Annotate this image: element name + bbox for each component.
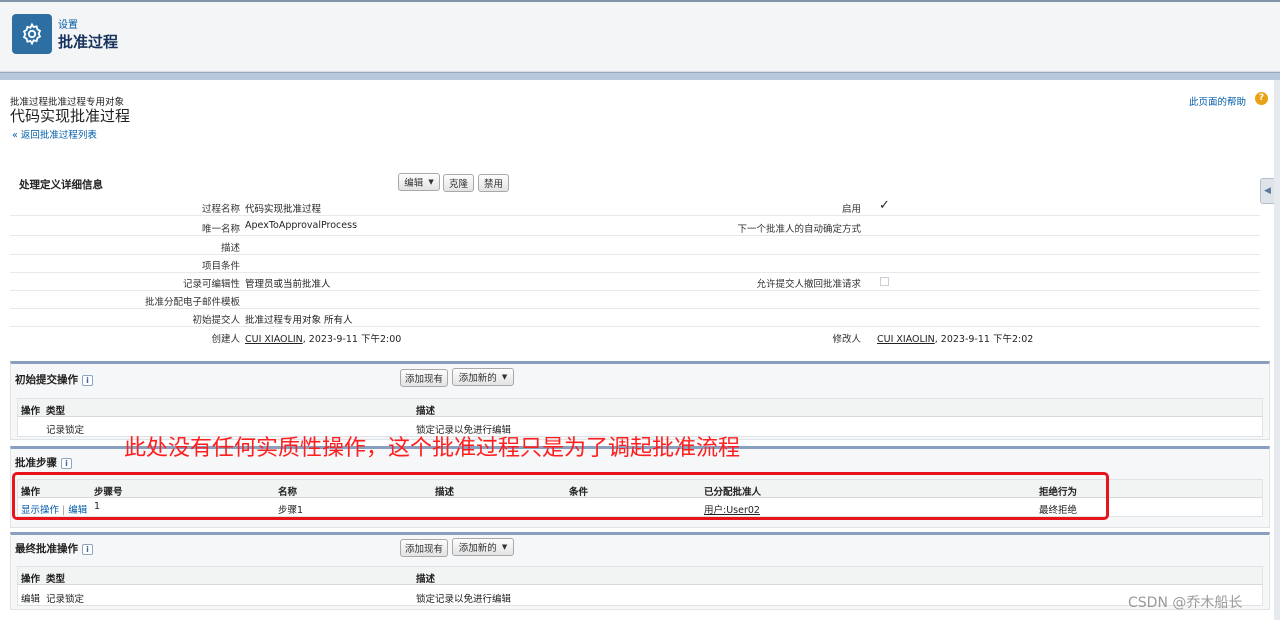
edit-dropdown-button[interactable]: 编辑 ▼ <box>398 173 440 191</box>
watermark: CSDN @乔木船长 <box>1128 595 1243 611</box>
col-description: 描述 <box>416 406 436 417</box>
record-editability-value: 管理员或当前批准人 <box>245 279 331 290</box>
final-approval-title: 最终批准操作 i <box>15 541 93 556</box>
detail-row-initial-submitter: 初始提交人 批准过程专用对象 所有人 <box>10 309 1260 327</box>
initial-submission-title: 初始提交操作 i <box>15 372 93 387</box>
info-icon[interactable]: i <box>61 457 72 469</box>
row-type: 记录锁定 <box>46 425 85 436</box>
modified-by-date: , 2023-9-11 下午2:02 <box>934 334 1034 345</box>
detail-row-record-editability: 记录可编辑性 管理员或当前批准人 允许提交人撤回批准请求 <box>10 273 1260 291</box>
add-new-dropdown-button[interactable]: 添加新的 ▼ <box>452 538 514 556</box>
table-header: 操作 类型 描述 <box>18 399 1262 417</box>
add-existing-button[interactable]: 添加现有 <box>400 539 448 557</box>
add-new-label: 添加新的 <box>458 543 497 554</box>
active-checkmark-icon: ✓ <box>879 198 890 213</box>
record-editability-label: 记录可编辑性 <box>182 279 240 290</box>
col-description: 描述 <box>416 574 436 585</box>
detail-row-description: 描述 <box>10 237 1260 255</box>
modified-by-user-link[interactable]: CUI XIAOLIN <box>877 334 935 345</box>
detail-row-entry-criteria: 项目条件 <box>10 255 1260 273</box>
allow-recall-checkbox <box>880 277 889 286</box>
detail-row-unique-name: 唯一名称 ApexToApprovalProcess 下一个批准人的自动确定方式 <box>10 218 1260 236</box>
detail-section-title: 处理定义详细信息 <box>19 179 103 191</box>
add-existing-button[interactable]: 添加现有 <box>400 369 448 387</box>
approval-steps-title-text: 批准步骤 <box>15 457 57 469</box>
header-divider <box>0 72 1280 80</box>
row-type: 记录锁定 <box>46 594 85 605</box>
annotation-text: 此处没有任何实质性操作，这个批准过程只是为了调起批准流程 <box>124 436 741 461</box>
header-title: 批准过程 <box>58 33 119 51</box>
entry-criteria-label: 项目条件 <box>201 261 240 272</box>
initial-submission-title-text: 初始提交操作 <box>15 374 78 386</box>
process-name-label: 过程名称 <box>201 204 240 215</box>
add-new-dropdown-button[interactable]: 添加新的 ▼ <box>452 368 514 386</box>
chevron-down-icon: ▼ <box>501 373 508 381</box>
detail-row-process-name: 过程名称 代码实现批准过程 启用 ✓ <box>10 198 1260 216</box>
info-icon[interactable]: i <box>82 374 93 386</box>
final-approval-actions-section: 最终批准操作 i 添加现有 添加新的 ▼ 操作 类型 描述 编辑 记录锁定 锁定记录… <box>10 532 1270 610</box>
allow-recall-label: 允许提交人撤回批准请求 <box>756 279 861 290</box>
detail-row-email-template: 批准分配电子邮件模板 <box>10 291 1260 309</box>
unique-name-value: ApexToApprovalProcess <box>245 220 358 231</box>
chevron-down-icon: ▼ <box>428 178 434 186</box>
active-label: 启用 <box>841 204 861 215</box>
initial-submitter-label: 初始提交人 <box>192 315 240 326</box>
email-template-label: 批准分配电子邮件模板 <box>144 297 240 308</box>
modified-by-label: 修改人 <box>832 334 861 345</box>
approval-steps-title: 批准步骤 i <box>15 455 72 470</box>
description-label: 描述 <box>220 243 240 254</box>
sidebar-toggle-icon[interactable]: ◀ <box>1260 178 1274 204</box>
edit-action-link[interactable]: 编辑 <box>21 591 40 605</box>
modified-by-value: CUI XIAOLIN, 2023-9-11 下午2:02 <box>877 331 1033 345</box>
setup-header <box>0 0 1280 72</box>
add-new-label: 添加新的 <box>458 373 497 384</box>
annotation-highlight-box <box>12 472 1109 520</box>
help-link[interactable]: 此页面的帮助 <box>1189 94 1246 108</box>
breadcrumb-setup[interactable]: 设置 <box>58 16 78 31</box>
initial-submitter-value: 批准过程专用对象 所有人 <box>245 315 353 326</box>
final-approval-table: 操作 类型 描述 编辑 记录锁定 锁定记录以免进行编辑 <box>17 566 1263 606</box>
detail-row-created-by: 创建人 CUI XIAOLIN, 2023-9-11 下午2:00 修改人 CU… <box>10 327 1260 345</box>
page-title: 代码实现批准过程 <box>10 107 131 125</box>
clone-button[interactable]: 克隆 <box>443 174 474 192</box>
col-action: 操作 <box>21 574 41 585</box>
created-by-user-link[interactable]: CUI XIAOLIN <box>245 334 303 345</box>
chevron-down-icon: ▼ <box>501 543 508 551</box>
created-by-value: CUI XIAOLIN, 2023-9-11 下午2:00 <box>245 331 401 345</box>
next-approver-label: 下一个批准人的自动确定方式 <box>737 224 861 235</box>
setup-gear-icon <box>12 14 52 54</box>
disable-button[interactable]: 禁用 <box>478 174 509 192</box>
col-action: 操作 <box>21 406 41 417</box>
created-by-label: 创建人 <box>211 334 240 345</box>
initial-submission-actions-section: 初始提交操作 i 添加现有 添加新的 ▼ 操作 类型 描述 记录锁定 锁定记录以免进… <box>10 361 1270 440</box>
table-header: 操作 类型 描述 <box>18 567 1262 585</box>
info-icon[interactable]: i <box>82 543 93 555</box>
back-to-list-link[interactable]: « 返回批准过程列表 <box>12 127 97 141</box>
help-icon[interactable]: ? <box>1255 92 1268 105</box>
edit-button-label: 编辑 <box>404 178 424 189</box>
unique-name-label: 唯一名称 <box>201 224 240 235</box>
row-description: 锁定记录以免进行编辑 <box>416 594 512 605</box>
col-type: 类型 <box>46 574 66 585</box>
process-name-value: 代码实现批准过程 <box>245 204 322 215</box>
created-by-date: , 2023-9-11 下午2:00 <box>302 334 402 345</box>
col-type: 类型 <box>46 406 66 417</box>
final-approval-title-text: 最终批准操作 <box>15 543 78 555</box>
